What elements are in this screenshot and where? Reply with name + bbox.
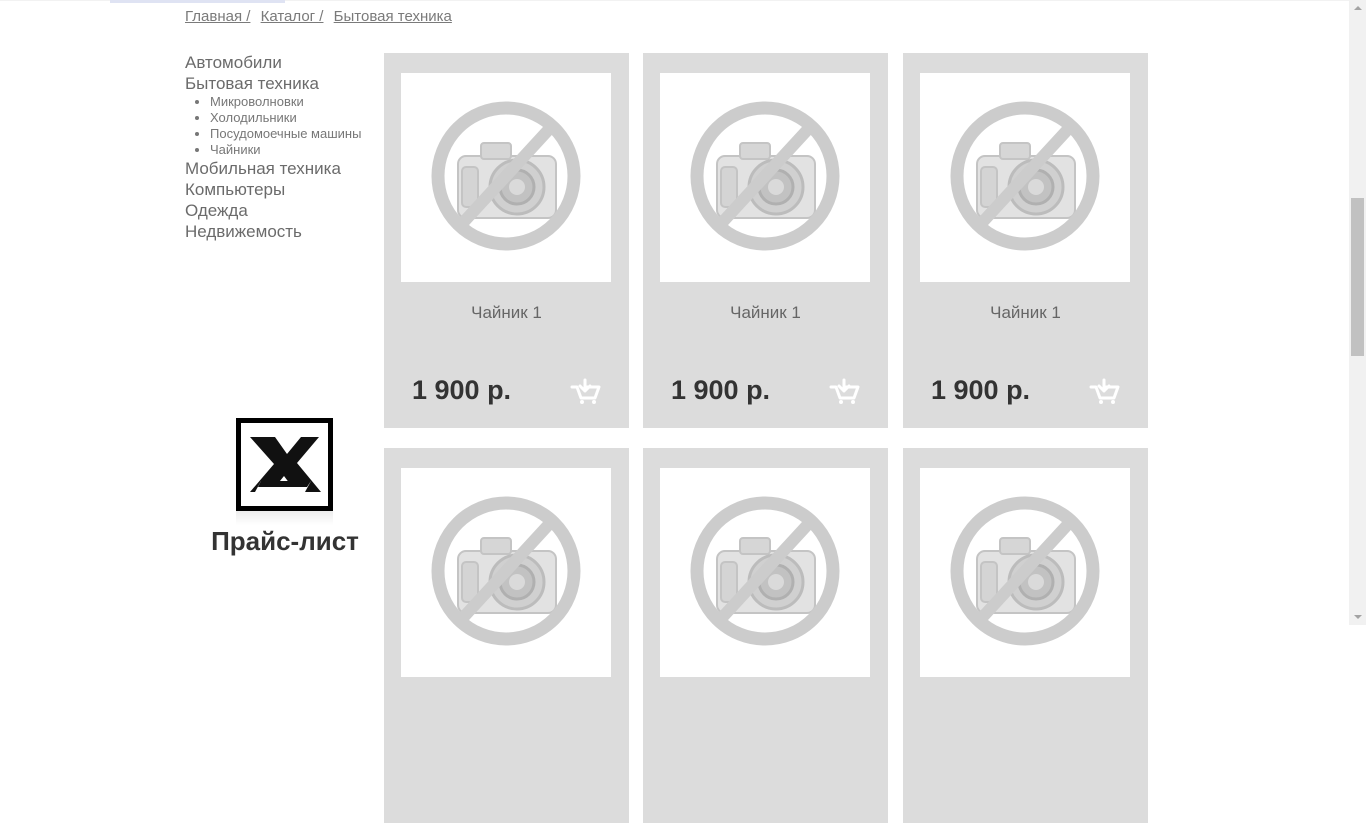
cart-icon[interactable] (829, 377, 861, 405)
sidebar-item-realty[interactable]: Недвижемость (185, 221, 380, 242)
product-card[interactable]: Чайник 1 1 900 р. (643, 53, 888, 428)
no-photo-icon (690, 496, 840, 646)
product-name[interactable]: Чайник 1 (384, 303, 629, 323)
no-photo-icon (431, 496, 581, 646)
product-card[interactable] (384, 448, 629, 823)
breadcrumb: Главная / Каталог / Бытовая техника (185, 8, 452, 25)
price-list-link[interactable]: Прайс-лист (200, 418, 370, 568)
price-list-logo (236, 418, 333, 511)
sidebar-item-home-appliances[interactable]: Бытовая техника (185, 73, 380, 94)
excel-x-icon (250, 437, 321, 492)
cart-icon[interactable] (1089, 377, 1121, 405)
product-image[interactable] (920, 73, 1130, 282)
price-list-logo-reflection (236, 511, 333, 525)
product-name[interactable]: Чайник 1 (643, 303, 888, 323)
price-list-label: Прайс-лист (211, 526, 359, 556)
product-card[interactable] (643, 448, 888, 823)
breadcrumb-current-link[interactable]: Бытовая техника (334, 8, 452, 25)
product-image[interactable] (660, 73, 870, 282)
sidebar-subitem-kettles[interactable]: Чайники (195, 142, 380, 158)
product-image[interactable] (920, 468, 1130, 677)
breadcrumb-home-link[interactable]: Главная / (185, 8, 250, 25)
sidebar-subcategory-list: Микроволновки Холодильники Посудомоечные… (185, 94, 380, 158)
product-price: 1 900 р. (931, 375, 1031, 405)
breadcrumb-catalog-link[interactable]: Каталог / (261, 8, 324, 25)
cart-icon[interactable] (570, 377, 602, 405)
no-photo-icon (690, 101, 840, 251)
product-price: 1 900 р. (412, 375, 512, 405)
product-card[interactable]: Чайник 1 1 900 р. (903, 53, 1148, 428)
sidebar-subitem-microwaves[interactable]: Микроволновки (195, 94, 380, 110)
product-image[interactable] (660, 468, 870, 677)
product-name[interactable]: Чайник 1 (903, 303, 1148, 323)
category-sidebar: Автомобили Бытовая техника Микроволновки… (185, 52, 380, 242)
product-image[interactable] (401, 73, 611, 282)
top-highlight-strip (110, 0, 285, 3)
scroll-up-arrow-icon[interactable] (1349, 0, 1366, 17)
sidebar-subitem-dishwashers[interactable]: Посудомоечные машины (195, 126, 380, 142)
product-card[interactable]: Чайник 1 1 900 р. (384, 53, 629, 428)
product-image[interactable] (401, 468, 611, 677)
scrollbar-thumb[interactable] (1351, 198, 1364, 356)
sidebar-item-computers[interactable]: Компьютеры (185, 179, 380, 200)
vertical-scrollbar[interactable] (1349, 0, 1366, 625)
sidebar-item-cars[interactable]: Автомобили (185, 52, 380, 73)
no-photo-icon (950, 101, 1100, 251)
sidebar-item-clothes[interactable]: Одежда (185, 200, 380, 221)
product-price: 1 900 р. (671, 375, 771, 405)
no-photo-icon (950, 496, 1100, 646)
scroll-down-arrow-icon[interactable] (1349, 608, 1366, 625)
product-card[interactable] (903, 448, 1148, 823)
no-photo-icon (431, 101, 581, 251)
sidebar-item-mobile[interactable]: Мобильная техника (185, 158, 380, 179)
sidebar-subitem-fridges[interactable]: Холодильники (195, 110, 380, 126)
